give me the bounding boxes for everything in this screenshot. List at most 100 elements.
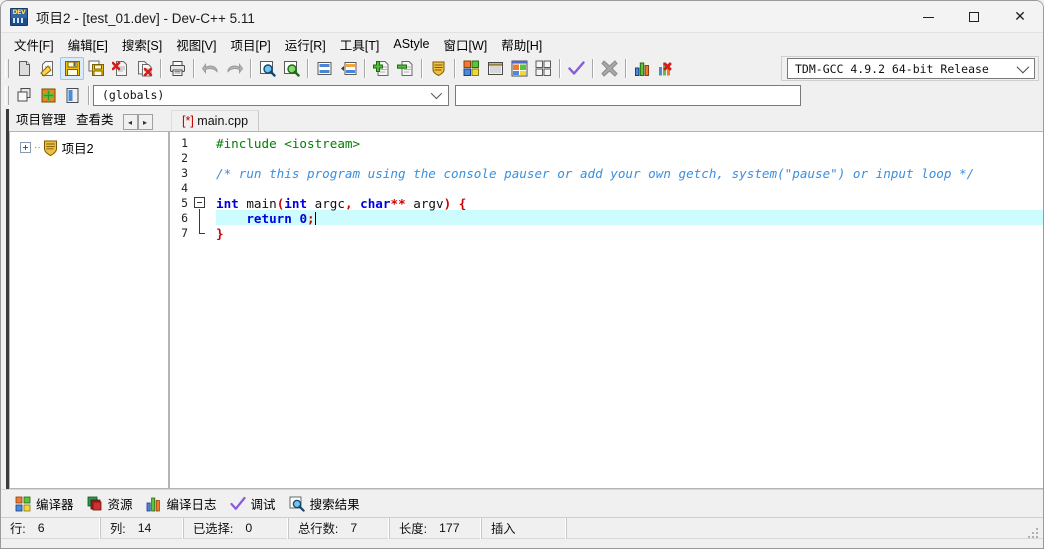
resources-icon [87,496,103,512]
tree-node-label: 项目2 [62,138,94,157]
fold-collapse-icon[interactable] [194,197,205,208]
close-file-button[interactable] [108,57,132,80]
bottom-tab-label: 调试 [251,494,276,513]
menu-file[interactable]: 文件[F] [7,33,61,56]
project-panel: 项目管理 查看类 ◂ ▸ ·· 项目2 [9,109,169,489]
toolbar-separator [625,59,626,78]
menu-search[interactable]: 搜索[S] [115,33,169,56]
remove-minus-icon [397,60,414,77]
bottom-tab-compile-log[interactable]: 编译日志 [142,492,226,515]
code-line: #include <iostream> [216,136,360,151]
scope-select[interactable]: (globals) [93,85,449,106]
scroll-right-button[interactable]: ▸ [138,114,153,130]
close-icon: ✕ [1014,10,1026,24]
toolbar-grip[interactable] [5,86,9,105]
menu-window[interactable]: 窗口[W] [437,33,495,56]
fold-range-line [199,209,200,233]
goto-line-icon [316,60,333,77]
new-member-button[interactable] [36,84,60,107]
menu-edit[interactable]: 编辑[E] [61,33,115,56]
toolbar-separator [421,59,422,78]
resize-grip[interactable] [1028,526,1040,538]
toggle-panel-button[interactable] [60,84,84,107]
save-button[interactable] [60,57,84,80]
undo-button[interactable] [198,57,222,80]
compiler-set-select[interactable]: TDM-GCC 4.9.2 64-bit Release [787,58,1035,79]
menu-tools[interactable]: 工具[T] [333,33,387,56]
remove-from-project-button[interactable] [393,57,417,80]
code-token: { [459,196,467,211]
line-number-gutter: 1234567 [170,132,216,488]
project-options-button[interactable] [426,57,450,80]
find-button[interactable] [255,57,279,80]
syntax-check-button[interactable] [564,57,588,80]
toolbar-grip[interactable] [5,59,9,78]
bottom-tab-resources[interactable]: 资源 [83,492,142,515]
stop-execution-button[interactable] [597,57,621,80]
minimize-button[interactable] [905,1,951,33]
expand-icon[interactable] [20,142,31,153]
toolbar-separator [193,59,194,78]
editor-tab-main-cpp[interactable]: [*] main.cpp [171,110,259,131]
code-editor[interactable]: 1234567 #include <iostream>/* run this p… [169,131,1043,489]
run-window-icon [487,60,504,77]
insert-button[interactable] [336,57,360,80]
menu-help[interactable]: 帮助[H] [494,33,549,56]
class-toolbar: (globals) [1,82,1043,108]
bottom-tab-compiler[interactable]: 编译器 [11,492,83,515]
magnifier-green-icon [283,60,300,77]
status-row: 行: 6 [1,518,101,539]
scroll-left-button[interactable]: ◂ [123,114,138,130]
add-plus-icon [373,60,390,77]
code-token: ; [307,211,315,226]
rebuild-all-button[interactable] [531,57,555,80]
scope-select-value: (globals) [102,88,164,102]
run-button[interactable] [483,57,507,80]
tree-node-project[interactable]: ·· 项目2 [10,138,168,157]
tree-connector: ·· [34,142,41,153]
close-button[interactable]: ✕ [997,1,1043,33]
maximize-button[interactable] [951,1,997,33]
new-class-button[interactable] [12,84,36,107]
minimize-icon [923,17,934,18]
member-select[interactable] [455,85,801,106]
redo-button[interactable] [222,57,246,80]
print-button[interactable] [165,57,189,80]
toggle-panel-icon [64,87,81,104]
line-number: 7 [169,226,188,241]
menu-view[interactable]: 视图[V] [169,33,223,56]
editor-tab-label: main.cpp [197,114,248,128]
code-token: return [246,211,292,226]
goto-line-button[interactable] [312,57,336,80]
compile-button[interactable] [459,57,483,80]
toolbar-separator [160,59,161,78]
code-token: char [360,196,390,211]
open-file-button[interactable] [36,57,60,80]
tab-project-manager[interactable]: 项目管理 [11,107,71,131]
close-all-button[interactable] [132,57,156,80]
line-number: 2 [169,151,188,166]
save-all-button[interactable] [84,57,108,80]
menu-project[interactable]: 项目[P] [223,33,277,56]
new-file-button[interactable] [12,57,36,80]
replace-button[interactable] [279,57,303,80]
chevron-down-icon [1017,61,1030,74]
editor-tab-bar: [*] main.cpp [169,109,1043,131]
status-total-lines: 总行数: 7 [289,518,390,539]
bottom-tab-find-results[interactable]: 搜索结果 [285,492,369,515]
profile-button[interactable] [630,57,654,80]
menu-run[interactable]: 运行[R] [278,33,333,56]
profile-bars-icon [634,60,651,77]
toolbar-separator [454,59,455,78]
project-tree[interactable]: ·· 项目2 [9,131,169,489]
delete-profile-button[interactable] [654,57,678,80]
compile-run-button[interactable] [507,57,531,80]
menu-astyle[interactable]: AStyle [386,35,436,53]
code-token: argc [307,196,345,211]
code-token: } [216,226,224,241]
main-area: 项目管理 查看类 ◂ ▸ ·· 项目2 [1,109,1043,489]
bottom-tab-debug[interactable]: 调试 [226,492,285,515]
tab-class-browser[interactable]: 查看类 [71,107,119,131]
toolbar-separator [559,59,560,78]
add-to-project-button[interactable] [369,57,393,80]
